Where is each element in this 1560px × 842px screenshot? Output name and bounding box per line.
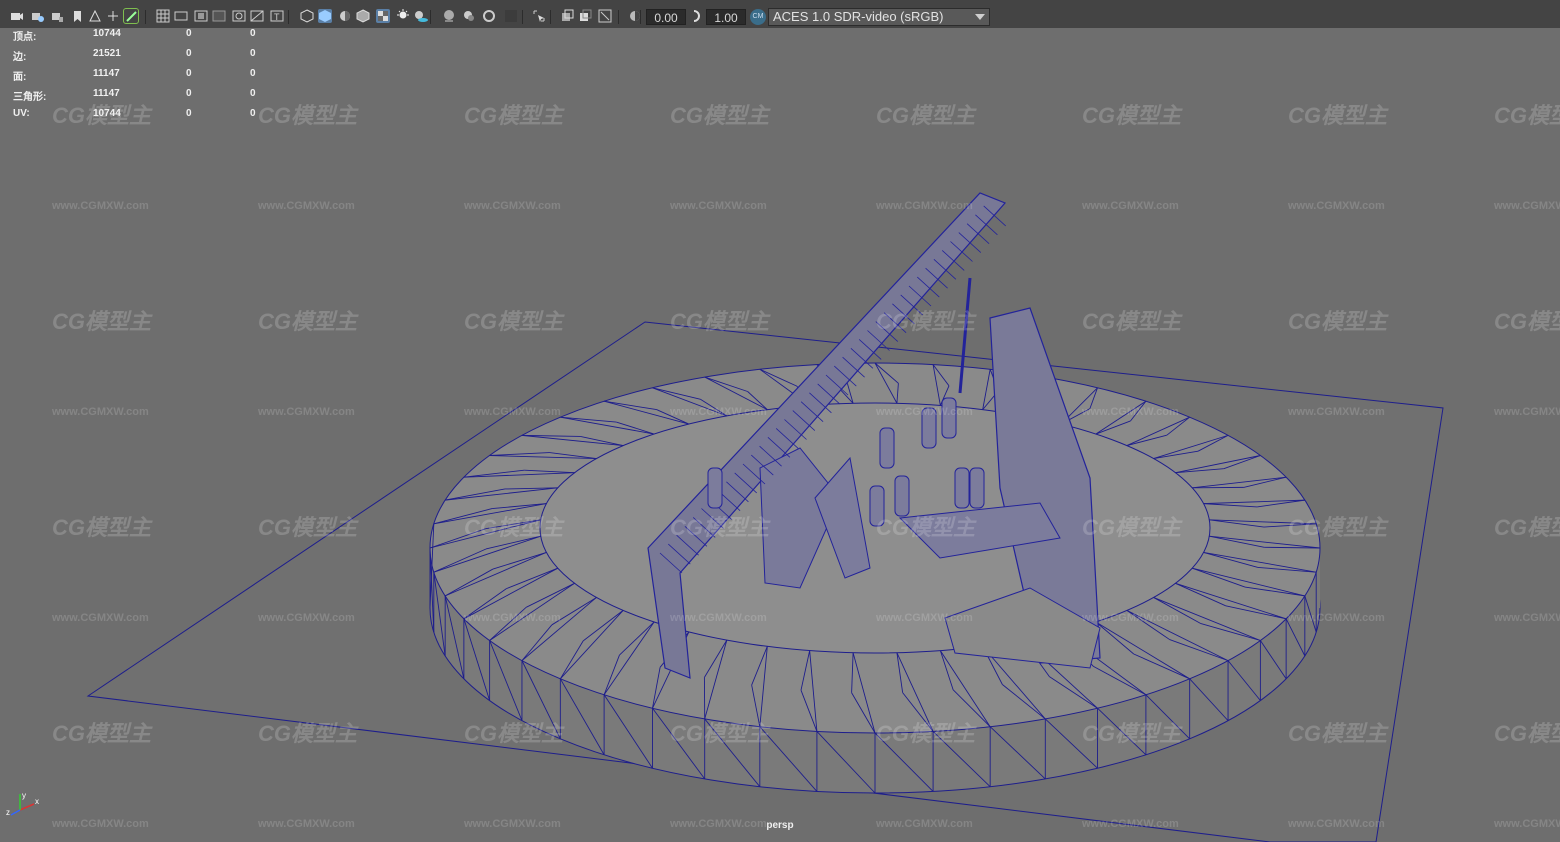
toolbar-separator: [618, 10, 619, 24]
grid-icon[interactable]: [156, 9, 170, 23]
hud-value: 0: [250, 108, 256, 119]
camera-lock-icon[interactable]: [50, 9, 64, 23]
image-plane-icon[interactable]: [88, 9, 102, 23]
camera-attr-icon[interactable]: [30, 9, 44, 23]
grease-pencil-icon[interactable]: [123, 8, 139, 24]
safe-title-icon[interactable]: T: [270, 9, 284, 23]
ammo-shell: [921, 407, 937, 449]
depth-of-field-icon[interactable]: [504, 9, 518, 23]
ammo-shell: [707, 467, 723, 509]
color-space-dropdown[interactable]: ACES 1.0 SDR-video (sRGB): [768, 8, 990, 26]
hud-value: 0: [186, 108, 192, 119]
view-axis-icon: x y z: [6, 791, 39, 817]
hud-value: 10744: [93, 28, 121, 39]
hud-value: 21521: [93, 48, 121, 59]
2d-pan-icon[interactable]: [106, 9, 120, 23]
motion-blur-icon[interactable]: [462, 9, 476, 23]
ammo-shell: [954, 467, 970, 509]
camera-icon[interactable]: [10, 9, 24, 23]
hud-value: 0: [250, 48, 256, 59]
hud-value: 0: [250, 88, 256, 99]
anti-aliasing-icon[interactable]: [482, 9, 496, 23]
safe-action-icon[interactable]: [250, 9, 264, 23]
3d-viewport[interactable]: CG模型主CG模型主CG模型主CG模型主CG模型主CG模型主CG模型主CG模型主…: [0, 28, 1560, 842]
use-default-material-icon[interactable]: [338, 9, 352, 23]
toolbar-separator: [640, 10, 641, 24]
xray-joints-icon[interactable]: [598, 9, 612, 23]
hud-value: 11147: [93, 88, 120, 99]
toolbar-separator: [145, 10, 146, 24]
hud-value: 0: [186, 88, 192, 99]
screen-space-ao-icon[interactable]: [442, 9, 456, 23]
use-all-lights-icon[interactable]: [396, 9, 410, 23]
field-chart-icon[interactable]: [232, 9, 246, 23]
maya-viewport-window: T 0.00 1.00 CM ACES 1.0 SDR-video (sRGB)…: [0, 0, 1560, 842]
ammo-shell: [879, 427, 895, 469]
color-space-label: ACES 1.0 SDR-video (sRGB): [773, 9, 944, 24]
hud-value: 0: [186, 68, 192, 79]
exposure-field[interactable]: 0.00: [646, 9, 686, 25]
hud-label: UV:: [13, 108, 30, 119]
svg-text:T: T: [274, 12, 280, 22]
bookmark-icon[interactable]: [70, 9, 84, 23]
xray-icon[interactable]: [560, 9, 574, 23]
resolution-gate-icon[interactable]: [194, 9, 208, 23]
hud-value: 10744: [93, 108, 121, 119]
hud-label: 三角形:: [13, 92, 47, 103]
wireframe-icon[interactable]: [300, 9, 314, 23]
film-gate-icon[interactable]: [174, 9, 188, 23]
axis-z-label: z: [6, 808, 10, 817]
smooth-shade-icon[interactable]: [318, 9, 332, 23]
color-management-icon[interactable]: CM: [750, 9, 766, 25]
xray-active-icon[interactable]: [578, 9, 592, 23]
toolbar-separator: [288, 10, 289, 24]
scene-canvas[interactable]: [0, 28, 1560, 842]
chevron-down-icon: [975, 14, 985, 20]
axis-x-label: x: [35, 797, 39, 806]
ammo-shell: [894, 475, 910, 517]
hud-label: 边:: [13, 52, 27, 63]
textured-icon[interactable]: [376, 9, 390, 23]
exposure-icon[interactable]: [690, 9, 704, 23]
panel-toolbar: T 0.00 1.00 CM ACES 1.0 SDR-video (sRGB): [0, 0, 1560, 28]
toolbar-separator: [522, 10, 523, 24]
hud-value: 0: [250, 68, 256, 79]
hud-value: 11147: [93, 68, 120, 79]
axis-y-label: y: [22, 791, 26, 800]
ammo-shell: [941, 397, 957, 439]
camera-name-label: persp: [766, 820, 794, 831]
disc-inner-floor: [539, 402, 1211, 654]
gate-mask-icon[interactable]: [212, 9, 226, 23]
gamma-field[interactable]: 1.00: [706, 9, 746, 25]
ammo-shell: [969, 467, 985, 509]
hud-value: 0: [186, 28, 192, 39]
hud-value: 0: [186, 48, 192, 59]
toolbar-separator: [550, 10, 551, 24]
panel-menu-bar[interactable]: [0, 0, 300, 6]
ammo-shell: [869, 485, 885, 527]
isolate-select-icon[interactable]: [532, 9, 546, 23]
hud-label: 面:: [13, 72, 27, 83]
hud-value: 0: [250, 28, 256, 39]
toolbar-separator: [430, 10, 431, 24]
wireframe-on-shaded-icon[interactable]: [356, 9, 370, 23]
shadows-icon[interactable]: [414, 9, 428, 23]
hud-label: 顶点:: [13, 32, 37, 43]
